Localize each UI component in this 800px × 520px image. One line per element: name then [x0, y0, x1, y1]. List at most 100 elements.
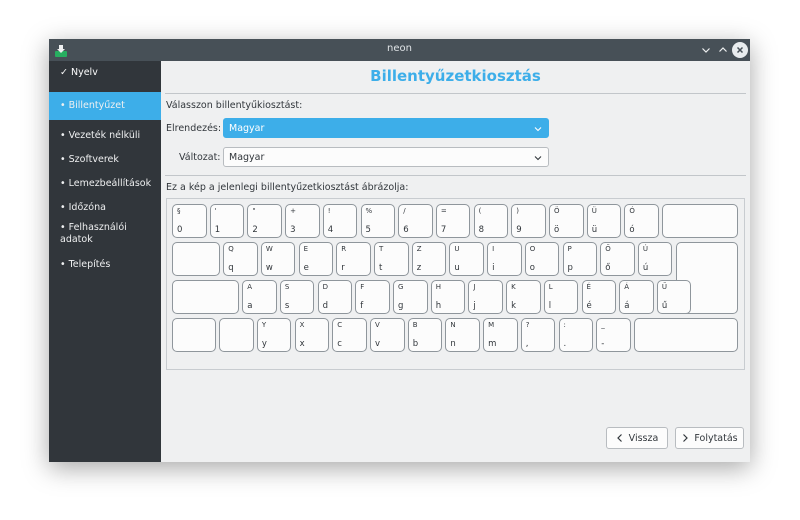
- keyboard-key: Öö: [549, 204, 584, 238]
- key-shift-label: !: [327, 207, 331, 215]
- keyboard-key: Gg: [393, 280, 428, 314]
- keyboard-key: /6: [398, 204, 433, 238]
- sidebar-item-felhasznaloi-adatok: • Felhasználói adatok: [60, 222, 127, 245]
- key-shift-label: R: [341, 245, 347, 253]
- key-label: w: [265, 263, 273, 273]
- key-shift-label: Ű: [661, 283, 668, 291]
- key-label: 3: [290, 225, 296, 235]
- sidebar-item-szoftverek: • Szoftverek: [60, 154, 119, 165]
- keyboard-key: Ll: [543, 280, 579, 314]
- key-shift-label: X: [299, 321, 305, 329]
- key-shift-label: C: [337, 321, 343, 329]
- key-label: b: [412, 339, 419, 349]
- key-shift-label: K: [511, 283, 516, 291]
- key-shift-label: ": [252, 207, 256, 215]
- back-button[interactable]: Vissza: [606, 427, 668, 449]
- variant-label: Változat:: [179, 152, 221, 163]
- step-sidebar: ✓ Nyelv • Billentyűzet • Vezeték nélküli…: [49, 61, 161, 462]
- title-bar[interactable]: neon: [49, 39, 750, 61]
- next-button-label: Folytatás: [694, 432, 738, 444]
- key-label: j: [473, 301, 476, 311]
- sidebar-item-idozona: • Időzóna: [60, 202, 106, 213]
- key-shift-label: Ó: [629, 207, 635, 215]
- key-label: ő: [605, 263, 611, 273]
- chevron-down-icon: [534, 156, 542, 161]
- key-shift-label: E: [303, 245, 309, 253]
- page-title: Billentyűzetkiosztás: [370, 67, 541, 85]
- key-shift-label: D: [322, 283, 328, 291]
- keyboard-key: Tt: [374, 242, 409, 276]
- chevron-down-icon: [702, 48, 710, 53]
- key-label: á: [624, 301, 630, 311]
- key-backspace: [662, 204, 738, 238]
- keyboard-key: :.: [558, 318, 593, 352]
- layout-combobox[interactable]: Magyar: [223, 118, 549, 138]
- key-label: k: [511, 301, 517, 311]
- keyboard-key: +3: [285, 204, 320, 238]
- key-label: f: [360, 301, 364, 311]
- variant-combobox[interactable]: Magyar: [223, 147, 549, 167]
- key-caps: [172, 280, 239, 314]
- minimize-button[interactable]: [698, 42, 714, 58]
- key-label: 8: [478, 225, 485, 235]
- key-label: h: [435, 301, 442, 311]
- keyboard-key: Vv: [370, 318, 405, 352]
- keyboard-key: Qq: [223, 242, 258, 276]
- key-label: ú: [642, 263, 649, 273]
- key-shift-label: %: [365, 207, 373, 215]
- keyboard-key: Rr: [336, 242, 371, 276]
- variant-value: Magyar: [229, 151, 265, 163]
- key-shift-label: ): [516, 207, 520, 215]
- keyboard-key: Oo: [524, 242, 560, 276]
- keyboard-key: Dd: [317, 280, 353, 314]
- sidebar-item-nyelv: ✓ Nyelv: [60, 67, 98, 78]
- key-label: 6: [403, 225, 409, 235]
- keyboard-key: ?,: [520, 318, 556, 352]
- keyboard-key: Mm: [483, 318, 518, 352]
- next-button[interactable]: Folytatás: [675, 427, 744, 449]
- close-button[interactable]: [732, 42, 748, 58]
- key-label: c: [337, 339, 342, 349]
- keyboard-key: = 7: [435, 204, 471, 238]
- key-shift-label: É: [586, 283, 591, 291]
- key-shift-label: Ú: [642, 245, 649, 253]
- keyboard-key: Óó: [624, 204, 659, 238]
- sidebar-item-lemezbeallitasok: • Lemezbeállítások: [60, 178, 152, 189]
- maximize-button[interactable]: [715, 42, 731, 58]
- key-shift-label: §: [177, 207, 181, 215]
- key-label: 7: [440, 225, 447, 235]
- keyboard-key: Yy: [256, 318, 292, 352]
- key-shift-label: Z: [416, 245, 422, 253]
- keyboard-key: Hh: [430, 280, 466, 314]
- key-shift-label: F: [360, 283, 365, 291]
- window-title: neon: [387, 43, 412, 54]
- keyboard-key: Üü: [586, 204, 622, 238]
- keyboard-keys: § 0 ' 1 " 2 +3! 4% 5/6 = 7(8) 9 Öö Üü Óó Qq Ww Ee Rr Tt Zz Uu…: [167, 199, 744, 369]
- key-shift-label: :: [563, 321, 566, 329]
- key-shift-label: Ő: [605, 245, 611, 253]
- key-rshift: [633, 318, 738, 352]
- chevron-down-icon: [534, 127, 542, 132]
- key-label: p: [567, 263, 573, 273]
- key-label: 2: [252, 225, 258, 235]
- key-shift-label: +: [290, 207, 296, 215]
- sidebar-item-billentyuzet: • Billentyűzet: [49, 92, 161, 120]
- key-shift-label: _: [601, 321, 605, 329]
- key-shift-label: A: [247, 283, 252, 291]
- key-shift-label: P: [567, 245, 572, 253]
- key-shift-label: (: [478, 207, 482, 215]
- key-label: 1: [214, 225, 221, 235]
- key-shift-label: Ü: [591, 207, 597, 215]
- main-content: Billentyűzetkiosztás Válasszon billentyű…: [161, 61, 750, 462]
- choose-layout-label: Válasszon billentyűkiosztást:: [166, 100, 303, 111]
- key-shift-label: ?: [525, 321, 530, 329]
- key-label: 5: [365, 225, 371, 235]
- key-shift-label: M: [488, 321, 495, 329]
- keyboard-key: [219, 318, 254, 352]
- key-label: z: [416, 263, 422, 273]
- layout-label: Elrendezés:: [166, 123, 222, 134]
- key-shift-label: T: [379, 245, 384, 253]
- keyboard-key: Kk: [506, 280, 541, 314]
- key-shift-label: B: [412, 321, 418, 329]
- key-shift-label: W: [265, 245, 273, 253]
